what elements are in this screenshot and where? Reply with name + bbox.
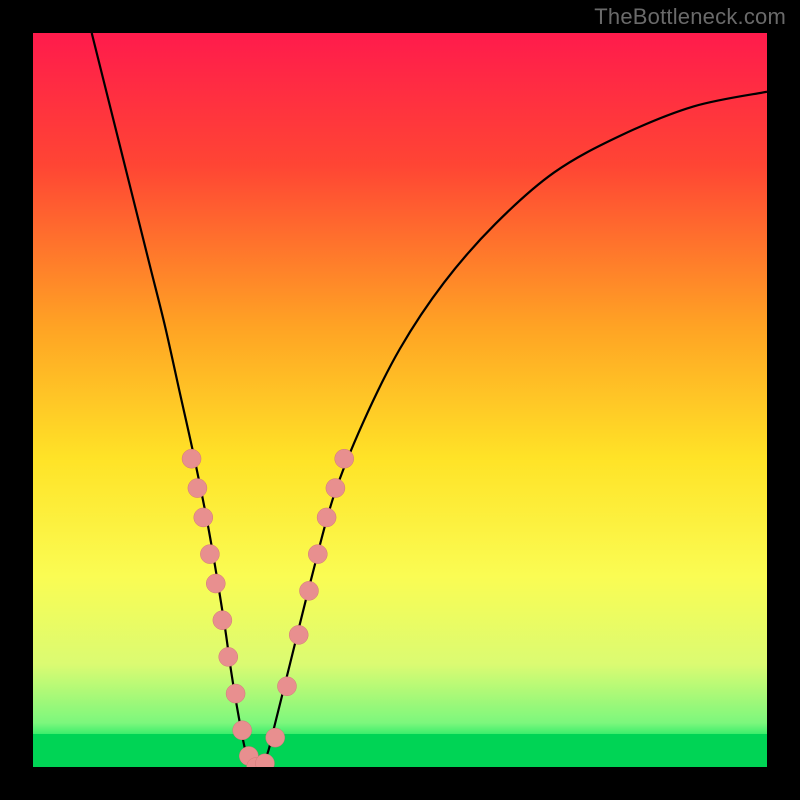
marker-point xyxy=(326,479,345,498)
chart-svg xyxy=(33,33,767,767)
marker-point xyxy=(182,449,201,468)
marker-point xyxy=(335,449,354,468)
green-band xyxy=(33,734,767,767)
marker-point xyxy=(277,677,296,696)
marker-point xyxy=(206,574,225,593)
marker-point xyxy=(266,728,285,747)
plot-area xyxy=(33,33,767,767)
marker-point xyxy=(289,625,308,644)
marker-point xyxy=(299,581,318,600)
chart-frame: TheBottleneck.com xyxy=(0,0,800,800)
marker-point xyxy=(188,479,207,498)
marker-point xyxy=(219,647,238,666)
marker-point xyxy=(200,545,219,564)
watermark-text: TheBottleneck.com xyxy=(594,4,786,30)
marker-point xyxy=(213,611,232,630)
gradient-background xyxy=(33,33,767,767)
marker-point xyxy=(317,508,336,527)
marker-point xyxy=(226,684,245,703)
marker-point xyxy=(233,721,252,740)
marker-point xyxy=(308,545,327,564)
marker-point xyxy=(194,508,213,527)
